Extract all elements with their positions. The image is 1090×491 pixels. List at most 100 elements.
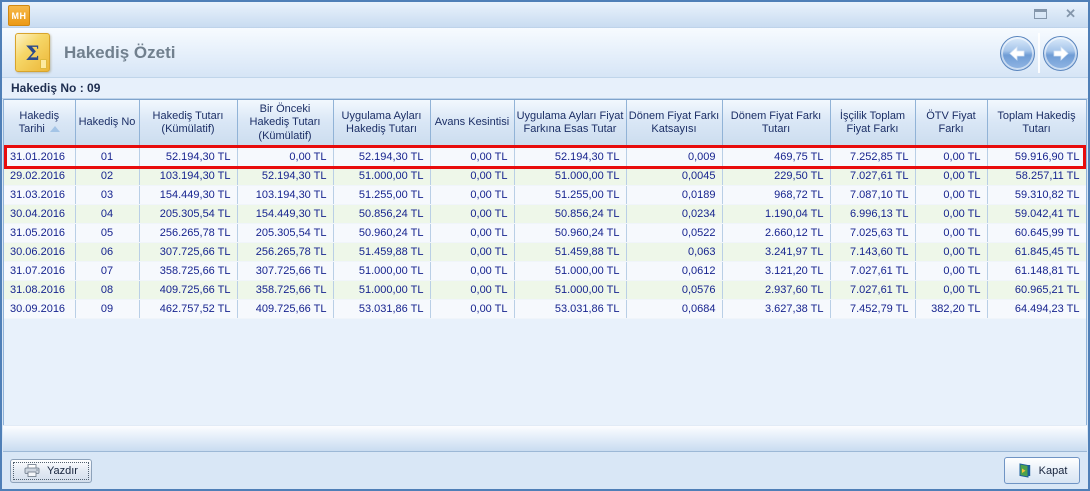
- close-button[interactable]: Kapat: [1004, 457, 1080, 484]
- page-title: Hakediş Özeti: [64, 43, 176, 63]
- table-cell: 409.725,66 TL: [237, 299, 333, 318]
- column-header-3[interactable]: Bir Önceki Hakediş Tutarı (Kümülatif): [237, 100, 333, 147]
- table-cell: 6.996,13 TL: [830, 204, 915, 223]
- table-cell: 0,00 TL: [430, 166, 514, 185]
- table-cell: 51.000,00 TL: [514, 280, 626, 299]
- table-cell: 31.08.2016: [4, 280, 75, 299]
- table-cell: 7.027,61 TL: [830, 166, 915, 185]
- column-header-label: Dönem Fiyat Farkı Katsayısı: [629, 110, 719, 136]
- table-cell: 2.660,12 TL: [722, 223, 830, 242]
- table-cell: 0,0045: [626, 166, 722, 185]
- table-row[interactable]: 30.04.201604205.305,54 TL154.449,30 TL50…: [4, 204, 1086, 223]
- column-header-0[interactable]: Hakediş Tarihi: [4, 100, 75, 147]
- table-row[interactable]: 31.05.201605256.265,78 TL205.305,54 TL50…: [4, 223, 1086, 242]
- table-row[interactable]: 31.03.201603154.449,30 TL103.194,30 TL51…: [4, 185, 1086, 204]
- table-cell: 3.241,97 TL: [722, 242, 830, 261]
- column-header-1[interactable]: Hakediş No: [75, 100, 139, 147]
- table-cell: 229,50 TL: [722, 166, 830, 185]
- table-cell: 60.645,99 TL: [987, 223, 1086, 242]
- table-cell: 0,00 TL: [430, 223, 514, 242]
- table-cell: 256.265,78 TL: [237, 242, 333, 261]
- hakedis-no-label: Hakediş No : 09: [11, 81, 100, 95]
- column-header-8[interactable]: Dönem Fiyat Farkı Tutarı: [722, 100, 830, 147]
- table-cell: 53.031,86 TL: [333, 299, 430, 318]
- table-row[interactable]: 30.09.201609462.757,52 TL409.725,66 TL53…: [4, 299, 1086, 318]
- table-cell: 51.000,00 TL: [333, 166, 430, 185]
- table-cell: 0,0522: [626, 223, 722, 242]
- table-cell: 30.04.2016: [4, 204, 75, 223]
- column-header-label: İşçilik Toplam Fiyat Farkı: [840, 110, 905, 136]
- column-header-6[interactable]: Uygulama Ayları Fiyat Farkına Esas Tutar: [514, 100, 626, 147]
- table-cell: 1.190,04 TL: [722, 204, 830, 223]
- column-header-label: Toplam Hakediş Tutarı: [997, 110, 1075, 136]
- table-cell: 0,0684: [626, 299, 722, 318]
- table-cell: 50.960,24 TL: [333, 223, 430, 242]
- nav-buttons: [1000, 33, 1078, 73]
- table-cell: 7.087,10 TL: [830, 185, 915, 204]
- table-cell: 51.000,00 TL: [333, 280, 430, 299]
- table-cell: 0,00 TL: [430, 280, 514, 299]
- table-cell: 0,0612: [626, 261, 722, 280]
- restore-window-icon[interactable]: [1034, 9, 1047, 19]
- table-cell: 50.856,24 TL: [514, 204, 626, 223]
- table-cell: 0,00 TL: [430, 147, 514, 166]
- sigma-document-icon: Σ: [15, 33, 50, 72]
- print-button[interactable]: Yazdır: [10, 459, 92, 483]
- table-cell: 0,00 TL: [430, 299, 514, 318]
- table-cell: 103.194,30 TL: [237, 185, 333, 204]
- table-cell: 0,00 TL: [915, 204, 987, 223]
- back-button[interactable]: [1000, 36, 1035, 71]
- table-cell: 31.07.2016: [4, 261, 75, 280]
- table-cell: 256.265,78 TL: [139, 223, 237, 242]
- table-row[interactable]: 31.07.201607358.725,66 TL307.725,66 TL51…: [4, 261, 1086, 280]
- table-cell: 103.194,30 TL: [139, 166, 237, 185]
- table-cell: 30.06.2016: [4, 242, 75, 261]
- table-cell: 358.725,66 TL: [139, 261, 237, 280]
- table-cell: 51.459,88 TL: [514, 242, 626, 261]
- app-badge-icon: MH: [8, 5, 30, 26]
- forward-button[interactable]: [1043, 36, 1078, 71]
- table-row[interactable]: 29.02.201602103.194,30 TL52.194,30 TL51.…: [4, 166, 1086, 185]
- table-cell: 51.000,00 TL: [514, 261, 626, 280]
- column-header-10[interactable]: ÖTV Fiyat Farkı: [915, 100, 987, 147]
- table-cell: 30.09.2016: [4, 299, 75, 318]
- table-cell: 0,00 TL: [915, 261, 987, 280]
- print-button-label: Yazdır: [47, 465, 78, 477]
- table-cell: 08: [75, 280, 139, 299]
- table-row[interactable]: 31.08.201608409.725,66 TL358.725,66 TL51…: [4, 280, 1086, 299]
- nav-separator: [1038, 33, 1040, 73]
- column-header-label: Uygulama Ayları Hakediş Tutarı: [342, 110, 422, 136]
- column-header-11[interactable]: Toplam Hakediş Tutarı: [987, 100, 1086, 147]
- table-cell: 53.031,86 TL: [514, 299, 626, 318]
- table-cell: 51.255,00 TL: [514, 185, 626, 204]
- table-cell: 205.305,54 TL: [139, 204, 237, 223]
- table-cell: 52.194,30 TL: [333, 147, 430, 166]
- column-header-7[interactable]: Dönem Fiyat Farkı Katsayısı: [626, 100, 722, 147]
- table-cell: 51.000,00 TL: [514, 166, 626, 185]
- table-cell: 3.121,20 TL: [722, 261, 830, 280]
- arrow-right-icon: [1051, 44, 1070, 63]
- table-cell: 01: [75, 147, 139, 166]
- titlebar[interactable]: MH ✕: [2, 2, 1088, 28]
- column-header-9[interactable]: İşçilik Toplam Fiyat Farkı: [830, 100, 915, 147]
- subheader: Hakediş No : 09: [2, 78, 1088, 99]
- column-header-4[interactable]: Uygulama Ayları Hakediş Tutarı: [333, 100, 430, 147]
- close-window-icon[interactable]: ✕: [1065, 8, 1076, 20]
- table-cell: 07: [75, 261, 139, 280]
- table-cell: 462.757,52 TL: [139, 299, 237, 318]
- table-cell: 51.459,88 TL: [333, 242, 430, 261]
- table-cell: 154.449,30 TL: [139, 185, 237, 204]
- column-header-label: Dönem Fiyat Farkı Tutarı: [731, 110, 821, 136]
- table-cell: 61.845,45 TL: [987, 242, 1086, 261]
- table-cell: 0,00 TL: [915, 280, 987, 299]
- table-cell: 0,00 TL: [430, 261, 514, 280]
- table-cell: 03: [75, 185, 139, 204]
- column-header-2[interactable]: Hakediş Tutarı (Kümülatif): [139, 100, 237, 147]
- table-cell: 0,00 TL: [430, 204, 514, 223]
- column-header-5[interactable]: Avans Kesintisi: [430, 100, 514, 147]
- table-cell: 0,0234: [626, 204, 722, 223]
- table-cell: 06: [75, 242, 139, 261]
- table-row[interactable]: 30.06.201606307.725,66 TL256.265,78 TL51…: [4, 242, 1086, 261]
- app-window: MH ✕ Σ Hakediş Özeti Ha: [0, 0, 1090, 491]
- table-row[interactable]: 31.01.20160152.194,30 TL0,00 TL52.194,30…: [4, 147, 1086, 166]
